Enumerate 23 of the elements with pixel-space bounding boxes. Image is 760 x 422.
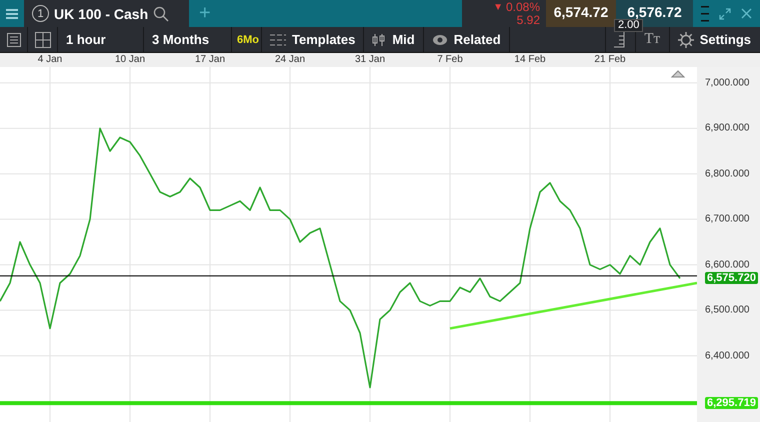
change-percent: 0.08% — [506, 0, 540, 14]
tab-number: 1 — [32, 5, 49, 22]
date-label: 7 Feb — [437, 54, 463, 66]
date-label: 24 Jan — [274, 54, 306, 66]
price-label: 6,700.000 — [705, 214, 750, 225]
price-label: 6,500.000 — [705, 304, 750, 316]
date-label: 14 Feb — [514, 54, 546, 66]
price-label: 6,800.000 — [705, 168, 750, 180]
date-label: 17 Jan — [194, 54, 226, 66]
price-label: 6,400.000 — [705, 350, 750, 362]
spread-tooltip: 2.00 — [614, 19, 644, 32]
date-label: 31 Jan — [354, 54, 386, 66]
date-label: 10 Jan — [114, 54, 146, 66]
price-label: 6,900.000 — [705, 122, 750, 134]
date-label: 21 Feb — [594, 54, 626, 66]
price-tag: 6,295.719 — [705, 397, 758, 410]
date-label: 4 Jan — [38, 54, 62, 66]
price-label: 6,600.000 — [705, 259, 750, 270]
change-points: 5.92 — [516, 14, 540, 26]
price-tag: 6,575.720 — [705, 272, 758, 284]
down-arrow-icon: ▼ — [493, 0, 503, 14]
tab-title: UK 100 - Cash — [54, 6, 148, 22]
price-label: 7,000.000 — [705, 77, 750, 88]
